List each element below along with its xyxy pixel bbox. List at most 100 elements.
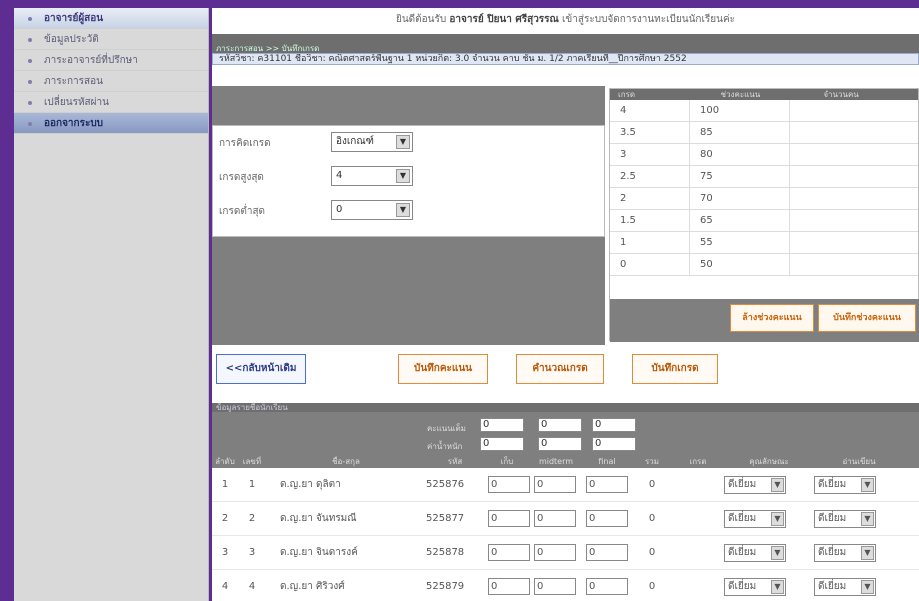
sidebar-item-label: ออกจากระบบ [44, 118, 104, 129]
score-cell[interactable]: 75 [690, 166, 790, 187]
chevron-down-icon: ▼ [861, 511, 874, 526]
save-grade-button[interactable]: บันทึกเกรด [632, 354, 718, 384]
score-cell[interactable]: 65 [690, 210, 790, 231]
trait-select[interactable]: ดีเยี่ยม ▼ [724, 475, 786, 494]
final-input[interactable]: 0 [586, 578, 628, 595]
chevron-down-icon: ▼ [771, 477, 784, 492]
final-input[interactable]: 0 [586, 476, 628, 493]
score-cell[interactable]: 100 [690, 100, 790, 121]
table-row: 1 1 ด.ญ.ยา ดุลิตา 525876 0 0 0 0 ดีเยี่ย… [212, 468, 919, 502]
table-row: 1.5 65 [610, 210, 918, 232]
trait-select[interactable]: ดีเยี่ยม ▼ [724, 509, 786, 528]
reading-select[interactable]: ดีเยี่ยม ▼ [814, 577, 876, 596]
midterm-input[interactable]: 0 [534, 510, 576, 527]
save-range-button[interactable]: บันทึกช่วงคะแนน [818, 304, 916, 332]
save-score-button[interactable]: บันทึกคะแนน [398, 354, 488, 384]
bullet-icon [28, 38, 32, 42]
grade-range-actions: ล้างช่วงคะแนน บันทึกช่วงคะแนน [610, 299, 919, 342]
col-number: เลขที่ [242, 457, 262, 466]
score-cell[interactable]: 55 [690, 232, 790, 253]
student-id: 525877 [426, 513, 465, 524]
col-order: ลำดับ [215, 457, 235, 466]
reading-select[interactable]: ดีเยี่ยม ▼ [814, 543, 876, 562]
grade-cell: 3.5 [610, 122, 690, 143]
col-id: รหัส [447, 457, 463, 466]
teacher-name: อาจารย์ ปิยนา ศรีสุวรรณ [449, 14, 559, 25]
keep-score-input[interactable]: 0 [488, 476, 530, 493]
grade-min-select[interactable]: 0 ▼ [331, 200, 413, 220]
full-final-input[interactable]: 0 [592, 418, 636, 432]
col-keep: เก็บ [500, 457, 514, 466]
sidebar-item-password[interactable]: เปลี่ยนรหัสผ่าน [14, 92, 208, 113]
trait-select[interactable]: ดีเยี่ยม ▼ [724, 543, 786, 562]
col-midterm: midterm [538, 457, 574, 466]
sidebar-item-label: อาจารย์ผู้สอน [44, 13, 104, 24]
grade-max-row: เกรดสูงสุด 4 ▼ [213, 162, 606, 190]
keep-score-input[interactable]: 0 [488, 510, 530, 527]
sidebar-item-profile[interactable]: ข้อมูลประวัติ [14, 29, 208, 50]
trait-select[interactable]: ดีเยี่ยม ▼ [724, 577, 786, 596]
full-mid-input[interactable]: 0 [538, 418, 582, 432]
breadcrumb: ภาระการสอน >> บันทึกเกรด [212, 44, 919, 53]
weight-keep-input[interactable]: 0 [480, 437, 524, 451]
col-read: อ่านเขียน [842, 457, 876, 466]
final-input[interactable]: 0 [586, 510, 628, 527]
full-keep-input[interactable]: 0 [480, 418, 524, 432]
grade-cell: 2.5 [610, 166, 690, 187]
grade-settings-form: การคิดเกรด อิงเกณฑ์ ▼ เกรดสูงสุด 4 ▼ เกรดต… [212, 125, 605, 237]
row-number: 1 [248, 479, 256, 490]
sidebar-item-teacher[interactable]: อาจารย์ผู้สอน [14, 8, 208, 29]
reading-select[interactable]: ดีเยี่ยม ▼ [814, 509, 876, 528]
count-cell [790, 122, 918, 143]
keep-score-input[interactable]: 0 [488, 578, 530, 595]
table-row: 4 4 ด.ญ.ยา ศิริวงศ์ 525879 0 0 0 0 ดีเยี… [212, 570, 919, 601]
score-cell[interactable]: 50 [690, 254, 790, 275]
total-value: 0 [648, 581, 656, 592]
grade-type-select[interactable]: อิงเกณฑ์ ▼ [331, 132, 413, 152]
header-count: จำนวนคน [823, 90, 859, 99]
weight-mid-input[interactable]: 0 [538, 437, 582, 451]
sidebar-item-logout[interactable]: ออกจากระบบ [14, 113, 208, 134]
col-grade: เกรด [689, 457, 707, 466]
grade-cell: 3 [610, 144, 690, 165]
total-value: 0 [648, 513, 656, 524]
final-input[interactable]: 0 [586, 544, 628, 561]
grade-min-value: 0 [336, 204, 343, 215]
total-value: 0 [648, 547, 656, 558]
weights-panel: คะแนนเต็ม 0 0 0 ค่าน้ำหนัก 0 0 0 [212, 412, 919, 456]
student-name: ด.ญ.ยา ดุลิตา [280, 479, 341, 490]
midterm-input[interactable]: 0 [534, 578, 576, 595]
trait-value: ดีเยี่ยม [728, 580, 757, 592]
reset-range-button[interactable]: ล้างช่วงคะแนน [730, 304, 814, 332]
count-cell [790, 254, 918, 275]
midterm-input[interactable]: 0 [534, 544, 576, 561]
student-id: 525876 [426, 479, 465, 490]
sidebar-item-advisor[interactable]: ภาระอาจารย์ที่ปรึกษา [14, 50, 208, 71]
welcome-prefix: ยินดีต้อนรับ [395, 14, 447, 25]
weight-final-input[interactable]: 0 [592, 437, 636, 451]
sidebar-item-teaching[interactable]: ภาระการสอน [14, 71, 208, 92]
grade-max-select[interactable]: 4 ▼ [331, 166, 413, 186]
calculate-grade-button[interactable]: คำนวณเกรด [516, 354, 604, 384]
score-cell[interactable]: 70 [690, 188, 790, 209]
chevron-down-icon: ▼ [771, 545, 784, 560]
score-cell[interactable]: 80 [690, 144, 790, 165]
midterm-input[interactable]: 0 [534, 476, 576, 493]
score-cell[interactable]: 85 [690, 122, 790, 143]
header-divider [212, 34, 919, 44]
keep-score-input[interactable]: 0 [488, 544, 530, 561]
back-button[interactable]: <<กลับหน้าเดิม [216, 354, 306, 384]
grade-max-value: 4 [336, 170, 343, 181]
student-name: ด.ญ.ยา จันทรมณี [280, 513, 357, 524]
trait-value: ดีเยี่ยม [728, 512, 757, 524]
count-cell [790, 100, 918, 121]
grade-table-header: เกรด ช่วงคะแนน จำนวนคน [610, 89, 918, 100]
count-cell [790, 232, 918, 253]
reading-select[interactable]: ดีเยี่ยม ▼ [814, 475, 876, 494]
welcome-suffix: เข้าสู่ระบบจัดการงานทะเบียนนักเรียนค่ะ [562, 14, 736, 25]
table-row: 0 50 [610, 254, 918, 276]
table-row: 2 70 [610, 188, 918, 210]
sidebar: อาจารย์ผู้สอน ข้อมูลประวัติ ภาระอาจารย์ท… [14, 8, 209, 601]
bullet-icon [28, 59, 32, 63]
table-row: 1 55 [610, 232, 918, 254]
